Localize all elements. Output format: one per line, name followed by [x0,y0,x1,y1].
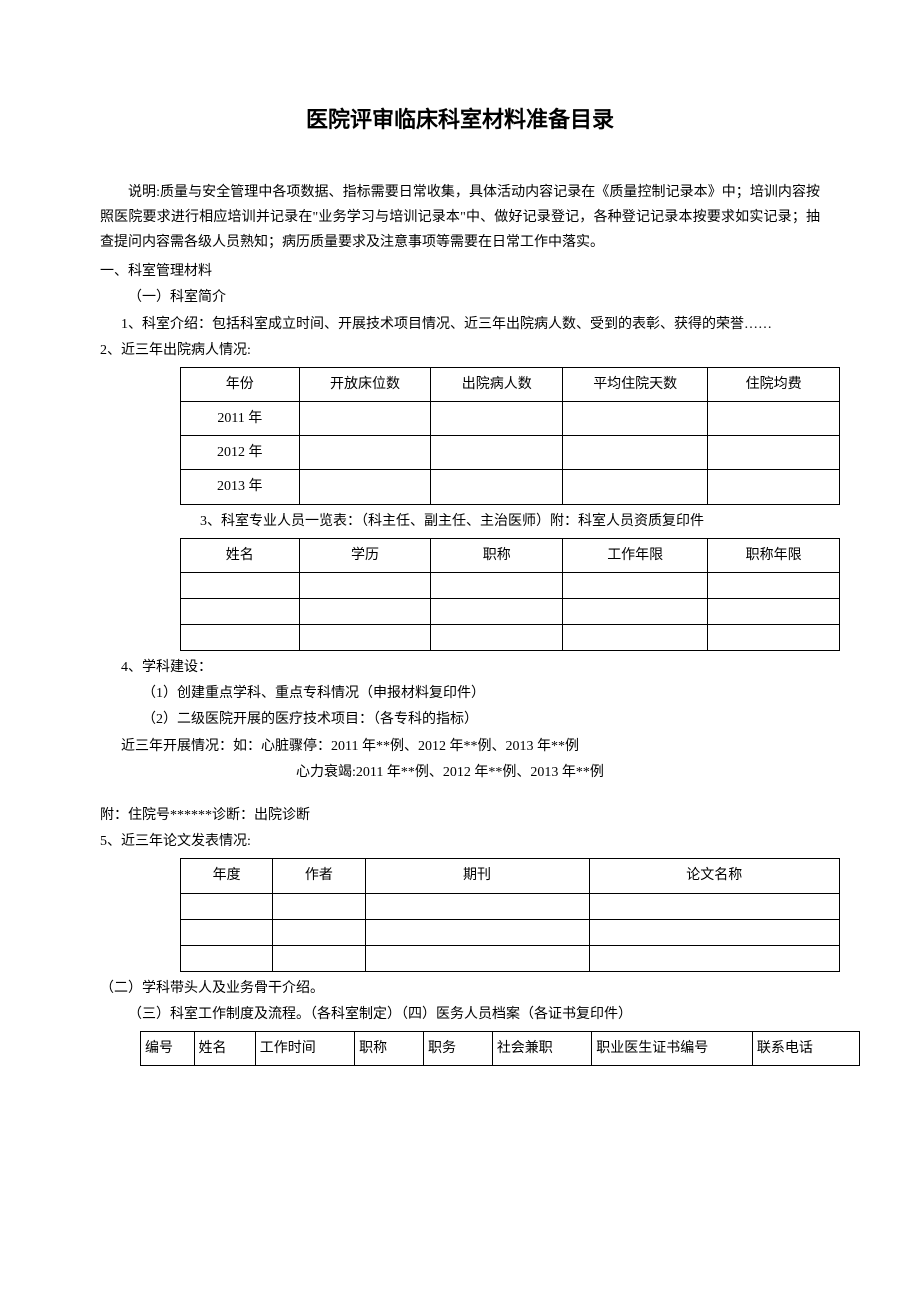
cell [563,573,708,599]
cell: 2013 年 [181,470,300,504]
table-row [181,599,840,625]
cell [181,625,300,651]
t2-h3: 工作年限 [563,538,708,572]
cell [589,893,839,919]
item-4: 4、学科建设： [100,655,820,680]
t1-h0: 年份 [181,367,300,401]
cell [299,402,431,436]
item-4-4: 心力衰竭:2011 年**例、2012 年**例、2013 年**例 [100,760,820,785]
cell [273,945,365,971]
cell [563,599,708,625]
cell [365,945,589,971]
table-row [181,573,840,599]
t3-h1: 作者 [273,859,365,893]
subsection-1: （一）科室简介 [100,285,820,310]
table-row [181,919,840,945]
cell [431,470,563,504]
item-4-2: （2）二级医院开展的医疗技术项目：（各专科的指标） [100,707,820,732]
cell [708,402,840,436]
t3-h3: 论文名称 [589,859,839,893]
item-3: 3、科室专业人员一览表：（科主任、副主任、主治医师）附：科室人员资质复印件 [200,509,820,534]
cell [563,402,708,436]
cell [273,893,365,919]
table-papers: 年度 作者 期刊 论文名称 [180,858,840,971]
cell [431,599,563,625]
table-row: 2013 年 [181,470,840,504]
table-staff: 姓名 学历 职称 工作年限 职称年限 [180,538,840,651]
cell [563,436,708,470]
cell [299,470,431,504]
cell [181,599,300,625]
table-row [181,625,840,651]
t4-h2: 工作时间 [255,1031,354,1065]
t2-h4: 职称年限 [708,538,840,572]
cell: 2012 年 [181,436,300,470]
cell [181,893,273,919]
table-row [181,893,840,919]
cell [563,625,708,651]
table-staff-archive: 编号 姓名 工作时间 职称 职务 社会兼职 职业医生证书编号 联系电话 [140,1031,860,1066]
item-2: 2、近三年出院病人情况: [100,338,820,363]
cell [299,436,431,470]
page-title: 医院评审临床科室材料准备目录 [100,100,820,140]
cell [181,945,273,971]
t4-h5: 社会兼职 [492,1031,591,1065]
cell [365,919,589,945]
intro-paragraph: 说明:质量与安全管理中各项数据、指标需要日常收集，具体活动内容记录在《质量控制记… [100,180,820,256]
subsection-2: （二）学科带头人及业务骨干介绍。 [100,976,820,1001]
t2-h1: 学历 [299,538,431,572]
cell [431,436,563,470]
cell [299,599,431,625]
t2-h0: 姓名 [181,538,300,572]
t1-h4: 住院均费 [708,367,840,401]
t4-h6: 职业医生证书编号 [592,1031,753,1065]
t1-h1: 开放床位数 [299,367,431,401]
section-1-heading: 一、科室管理材料 [100,259,820,284]
cell [431,402,563,436]
t3-h2: 期刊 [365,859,589,893]
item-1: 1、科室介绍：包括科室成立时间、开展技术项目情况、近三年出院病人数、受到的表彰、… [100,312,820,337]
cell [273,919,365,945]
cell [563,470,708,504]
cell [299,625,431,651]
cell [708,625,840,651]
cell [365,893,589,919]
cell [589,919,839,945]
table-discharge: 年份 开放床位数 出院病人数 平均住院天数 住院均费 2011 年 2012 年… [180,367,840,505]
cell: 2011 年 [181,402,300,436]
cell [181,573,300,599]
table-row: 2012 年 [181,436,840,470]
t1-h2: 出院病人数 [431,367,563,401]
cell [708,599,840,625]
item-4-1: （1）创建重点学科、重点专科情况（申报材料复印件） [100,681,820,706]
t2-h2: 职称 [431,538,563,572]
appendix: 附：住院号******诊断：出院诊断 [100,803,820,828]
cell [708,436,840,470]
cell [181,919,273,945]
item-4-3: 近三年开展情况：如：心脏骤停：2011 年**例、2012 年**例、2013 … [100,734,820,759]
t3-h0: 年度 [181,859,273,893]
t4-h3: 职称 [355,1031,424,1065]
cell [299,573,431,599]
t4-h0: 编号 [141,1031,195,1065]
table-row: 2011 年 [181,402,840,436]
cell [708,573,840,599]
t4-h1: 姓名 [194,1031,255,1065]
cell [589,945,839,971]
t1-h3: 平均住院天数 [563,367,708,401]
subsection-3-4: （三）科室工作制度及流程。（各科室制定）（四）医务人员档案（各证书复印件） [100,1002,820,1027]
t4-h4: 职务 [423,1031,492,1065]
item-5: 5、近三年论文发表情况: [100,829,820,854]
t4-h7: 联系电话 [752,1031,859,1065]
cell [431,625,563,651]
cell [708,470,840,504]
cell [431,573,563,599]
table-row [181,945,840,971]
